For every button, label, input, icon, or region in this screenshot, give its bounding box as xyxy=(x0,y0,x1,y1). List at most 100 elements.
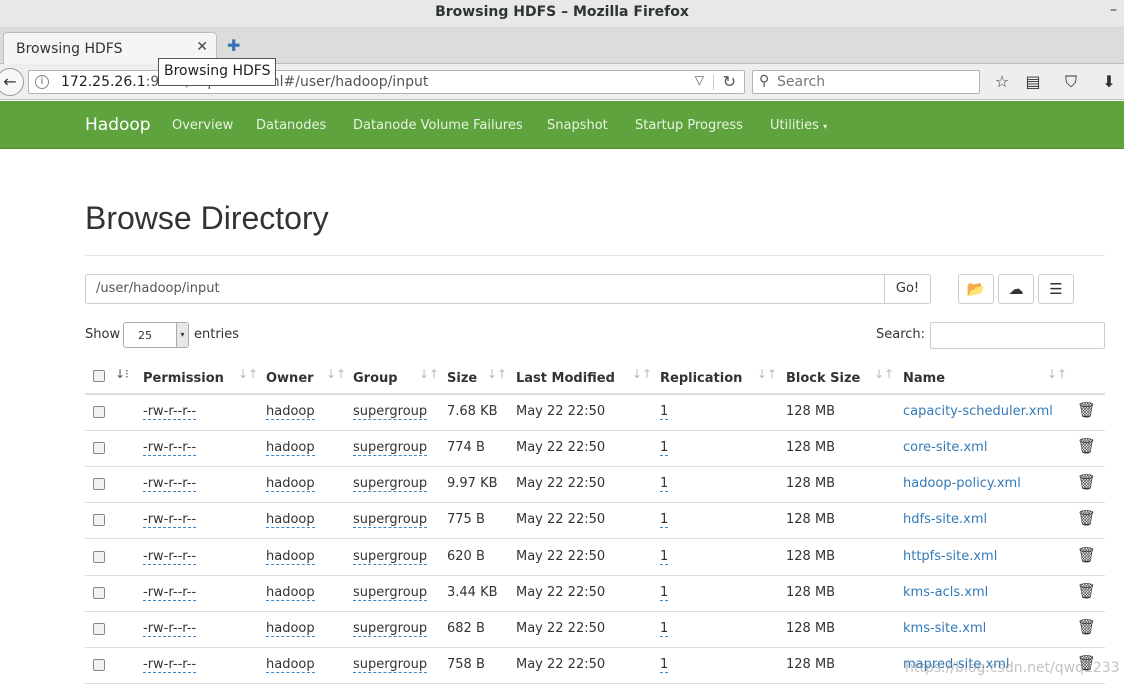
column-replication[interactable]: Replication xyxy=(660,371,742,386)
sort-icon[interactable]: ↓↑ xyxy=(757,367,777,381)
cell-group[interactable]: supergroup xyxy=(353,512,428,528)
trash-icon[interactable]: 🗑 xyxy=(1077,582,1096,600)
cell-replication[interactable]: 1 xyxy=(660,404,669,420)
reading-list-icon[interactable]: ▤ xyxy=(1023,72,1043,91)
row-checkbox[interactable] xyxy=(93,587,105,599)
entries-select[interactable]: 25 ▾ xyxy=(123,322,189,348)
sort-icon[interactable]: ↓↑ xyxy=(1047,367,1067,381)
cell-name[interactable]: httpfs-site.xml xyxy=(903,549,997,564)
sort-icon[interactable]: ↓↑ xyxy=(632,367,652,381)
minimize-button[interactable]: – xyxy=(1110,2,1120,22)
trash-icon[interactable]: 🗑 xyxy=(1077,509,1096,527)
cell-owner[interactable]: hadoop xyxy=(266,476,315,492)
cell-permission[interactable]: -rw-r--r-- xyxy=(143,440,197,456)
go-button[interactable]: Go! xyxy=(884,274,931,304)
column-owner[interactable]: Owner xyxy=(266,371,314,386)
column-size[interactable]: Size xyxy=(447,371,477,386)
row-checkbox[interactable] xyxy=(93,514,105,526)
cell-permission[interactable]: -rw-r--r-- xyxy=(143,512,197,528)
hadoop-brand[interactable]: Hadoop xyxy=(85,115,151,135)
cell-permission[interactable]: -rw-r--r-- xyxy=(143,621,197,637)
cell-group[interactable]: supergroup xyxy=(353,585,428,601)
sort-icon[interactable]: ↓↑ xyxy=(874,367,894,381)
cell-owner[interactable]: hadoop xyxy=(266,404,315,420)
column-block-size[interactable]: Block Size xyxy=(786,371,860,386)
nav-snapshot[interactable]: Snapshot xyxy=(547,118,608,133)
create-directory-button[interactable]: 📂 xyxy=(958,274,994,304)
trash-icon[interactable]: 🗑 xyxy=(1077,473,1096,491)
column-permission[interactable]: Permission xyxy=(143,371,224,386)
cell-permission[interactable]: -rw-r--r-- xyxy=(143,476,197,492)
trash-icon[interactable]: 🗑 xyxy=(1077,546,1096,564)
nav-utilities[interactable]: Utilities ▾ xyxy=(770,118,827,133)
select-all-checkbox[interactable] xyxy=(93,370,105,382)
info-icon[interactable]: i xyxy=(35,75,49,89)
new-tab-plus-icon[interactable]: ✚ xyxy=(227,36,240,55)
nav-datanode-volume-failures[interactable]: Datanode Volume Failures xyxy=(353,118,523,133)
cell-owner[interactable]: hadoop xyxy=(266,549,315,565)
row-checkbox[interactable] xyxy=(93,551,105,563)
column-last-modified[interactable]: Last Modified xyxy=(516,371,615,386)
sort-icon[interactable]: ↓↑ xyxy=(419,367,439,381)
sort-icon[interactable]: ↓⁝ xyxy=(115,367,129,381)
cell-name[interactable]: capacity-scheduler.xml xyxy=(903,404,1053,419)
cell-permission[interactable]: -rw-r--r-- xyxy=(143,657,197,673)
cell-name[interactable]: kms-site.xml xyxy=(903,621,986,636)
download-icon[interactable]: ⬇ xyxy=(1099,72,1119,91)
cell-group[interactable]: supergroup xyxy=(353,404,428,420)
url-bar[interactable]: i 172.25.26.1:9870/explorer.html#/user/h… xyxy=(28,70,745,94)
table-row[interactable]: -rw-r--r-- hadoop supergroup 9.97 KB May 22 … xyxy=(85,467,1105,503)
column-name[interactable]: Name xyxy=(903,371,945,386)
table-row[interactable]: -rw-r--r-- hadoop supergroup 3.44 KB May 22 … xyxy=(85,576,1105,612)
cell-group[interactable]: supergroup xyxy=(353,476,428,492)
table-row[interactable]: -rw-r--r-- hadoop supergroup 774 B May 22 22… xyxy=(85,431,1105,467)
cell-replication[interactable]: 1 xyxy=(660,549,669,565)
table-row[interactable]: -rw-r--r-- hadoop supergroup 775 B May 22 22… xyxy=(85,503,1105,539)
pocket-icon[interactable]: ⛉ xyxy=(1061,72,1081,92)
bookmark-star-icon[interactable]: ☆ xyxy=(992,72,1012,91)
nav-datanodes[interactable]: Datanodes xyxy=(256,118,326,133)
cell-group[interactable]: supergroup xyxy=(353,440,428,456)
cell-name[interactable]: core-site.xml xyxy=(903,440,987,455)
cell-group[interactable]: supergroup xyxy=(353,657,428,673)
cell-name[interactable]: kms-acls.xml xyxy=(903,585,988,600)
table-row[interactable]: -rw-r--r-- hadoop supergroup 682 B May 22 22… xyxy=(85,612,1105,648)
cell-name[interactable]: hadoop-policy.xml xyxy=(903,476,1021,491)
row-checkbox[interactable] xyxy=(93,442,105,454)
cut-paste-button[interactable]: ☰ xyxy=(1038,274,1074,304)
row-checkbox[interactable] xyxy=(93,478,105,490)
cell-replication[interactable]: 1 xyxy=(660,657,669,673)
cell-replication[interactable]: 1 xyxy=(660,440,669,456)
reload-icon[interactable]: ↻ xyxy=(723,72,736,91)
sort-icon[interactable]: ↓↑ xyxy=(238,367,258,381)
row-checkbox[interactable] xyxy=(93,406,105,418)
cell-owner[interactable]: hadoop xyxy=(266,585,315,601)
cell-group[interactable]: supergroup xyxy=(353,621,428,637)
cell-replication[interactable]: 1 xyxy=(660,512,669,528)
tab-close-icon[interactable]: ✕ xyxy=(196,39,208,55)
column-group[interactable]: Group xyxy=(353,371,398,386)
cell-permission[interactable]: -rw-r--r-- xyxy=(143,404,197,420)
table-search-input[interactable] xyxy=(930,322,1105,349)
search-bar[interactable]: ⚲ Search xyxy=(752,70,980,94)
cell-owner[interactable]: hadoop xyxy=(266,621,315,637)
back-arrow-icon[interactable]: ← xyxy=(0,68,24,96)
cell-permission[interactable]: -rw-r--r-- xyxy=(143,549,197,565)
table-row[interactable]: -rw-r--r-- hadoop supergroup 7.68 KB May 22 … xyxy=(85,395,1105,431)
cell-replication[interactable]: 1 xyxy=(660,621,669,637)
cell-owner[interactable]: hadoop xyxy=(266,657,315,673)
sort-icon[interactable]: ↓↑ xyxy=(487,367,507,381)
row-checkbox[interactable] xyxy=(93,659,105,671)
nav-overview[interactable]: Overview xyxy=(172,118,233,133)
nav-startup-progress[interactable]: Startup Progress xyxy=(635,118,743,133)
cell-permission[interactable]: -rw-r--r-- xyxy=(143,585,197,601)
row-checkbox[interactable] xyxy=(93,623,105,635)
table-row[interactable]: -rw-r--r-- hadoop supergroup 620 B May 22 22… xyxy=(85,540,1105,576)
upload-button[interactable]: ☁ xyxy=(998,274,1034,304)
trash-icon[interactable]: 🗑 xyxy=(1077,618,1096,636)
cell-owner[interactable]: hadoop xyxy=(266,512,315,528)
trash-icon[interactable]: 🗑 xyxy=(1077,437,1096,455)
directory-path-input[interactable]: /user/hadoop/input xyxy=(85,274,885,304)
cell-group[interactable]: supergroup xyxy=(353,549,428,565)
cell-name[interactable]: hdfs-site.xml xyxy=(903,512,987,527)
